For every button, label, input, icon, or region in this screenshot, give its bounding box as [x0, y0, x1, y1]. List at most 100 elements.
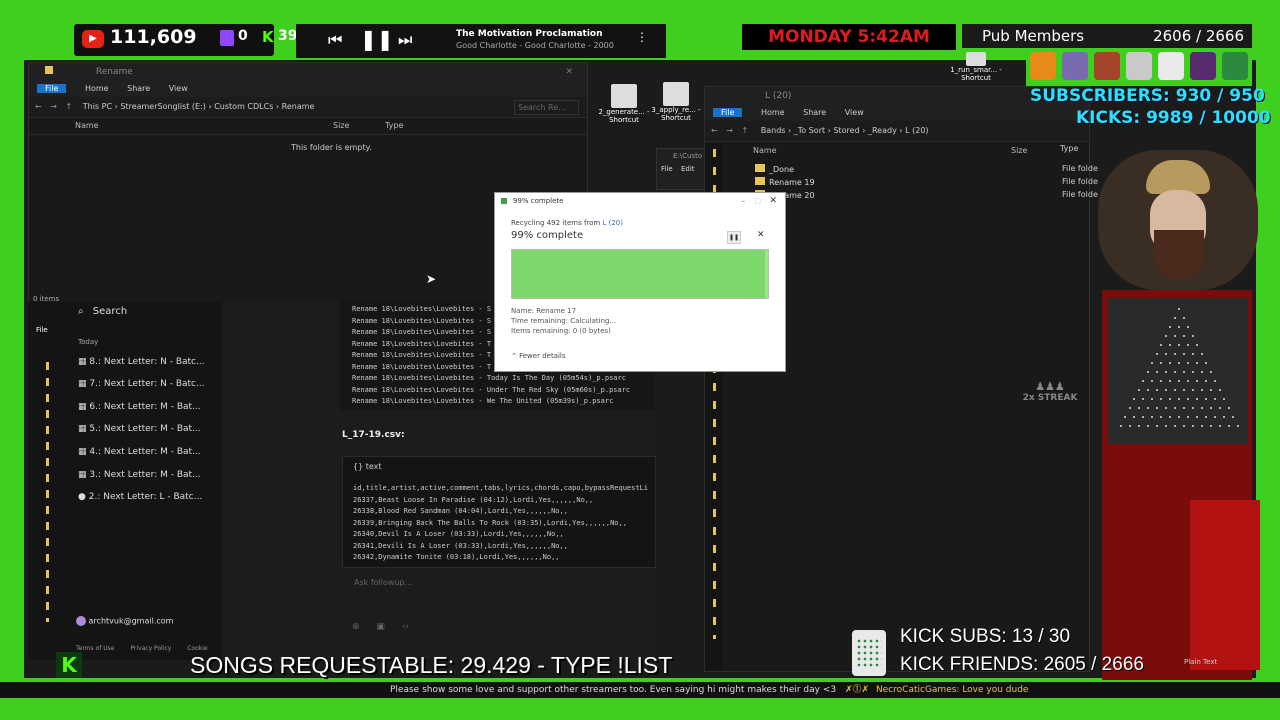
tab-file[interactable]: File	[36, 326, 66, 334]
tab-view[interactable]: View	[169, 84, 188, 93]
history-item[interactable]: ▦ 4.: Next Letter: M - Bat...	[78, 447, 201, 457]
account-button[interactable]: archtvuk@gmail.com	[76, 616, 173, 626]
plinko-peg	[1155, 371, 1158, 373]
plinko-peg	[1196, 362, 1198, 364]
privacy-link[interactable]: Privacy Policy	[130, 645, 171, 652]
history-item[interactable]: ▦ 5.: Next Letter: M - Bat...	[78, 424, 201, 434]
history-item[interactable]: ▦ 8.: Next Letter: N - Batc...	[78, 357, 205, 367]
shirt-icon	[1126, 52, 1152, 80]
plinko-peg	[1182, 371, 1185, 373]
column-size[interactable]: Size	[333, 118, 349, 134]
tab-view[interactable]: View	[845, 108, 864, 117]
left-explorer-strip: File	[28, 302, 66, 660]
column-size[interactable]: Size	[1011, 143, 1027, 159]
tab-home[interactable]: Home	[761, 108, 785, 117]
breadcrumb-item[interactable]: Stored	[833, 126, 859, 135]
plinko-peg	[1164, 389, 1167, 391]
tab-file[interactable]: File	[37, 84, 67, 93]
next-icon[interactable]: ⏭	[398, 30, 412, 50]
forward-icon[interactable]: →	[726, 126, 733, 135]
plinko-peg	[1187, 398, 1189, 400]
desktop-icon[interactable]: 1_run_smar... - Shortcut	[946, 52, 1006, 82]
breadcrumb-item[interactable]: _To Sort	[794, 126, 825, 135]
tab-share[interactable]: Share	[127, 84, 150, 93]
close-icon[interactable]: ✕	[565, 63, 573, 81]
plinko-peg	[1151, 398, 1153, 400]
maximize-icon[interactable]: □	[754, 193, 761, 209]
table-row[interactable]: Rename 20	[735, 189, 1085, 202]
plinko-peg	[1214, 380, 1216, 382]
globe-icon[interactable]: ⊕	[352, 622, 360, 632]
history-item[interactable]: ▦ 3.: Next Letter: M - Bat...	[78, 470, 201, 480]
image-icon[interactable]: ▣	[376, 622, 385, 632]
plinko-peg	[1182, 389, 1185, 391]
tab-share[interactable]: Share	[803, 108, 826, 117]
column-type[interactable]: Type	[1060, 144, 1078, 153]
up-icon[interactable]: ↑	[742, 126, 749, 135]
breadcrumb-item[interactable]: StreamerSonglist (E:)	[120, 102, 206, 111]
back-icon[interactable]: ←	[35, 102, 42, 111]
column-name[interactable]: Name	[75, 118, 99, 134]
desktop-icon[interactable]: 2_generate... - Shortcut	[594, 84, 654, 124]
plinko-peg	[1160, 398, 1162, 400]
plinko-peg	[1137, 407, 1140, 409]
tab-file[interactable]: File	[713, 108, 743, 117]
column-type[interactable]: Type	[385, 118, 403, 134]
code-label: text	[365, 462, 382, 471]
plinko-peg	[1182, 425, 1185, 427]
cancel-icon[interactable]: ✕	[757, 230, 765, 240]
more-icon[interactable]: ⋮	[636, 30, 648, 44]
pause-icon[interactable]: ❚❚	[360, 27, 394, 51]
breadcrumb-item[interactable]: _Ready	[868, 126, 897, 135]
back-icon[interactable]: ←	[711, 126, 718, 135]
source-link[interactable]: L (20)	[603, 219, 624, 227]
plinko-peg	[1169, 326, 1171, 328]
history-item[interactable]: ▦ 6.: Next Letter: M - Bat...	[78, 402, 201, 412]
plinko-peg	[1151, 416, 1153, 418]
minimize-icon[interactable]: –	[742, 193, 746, 209]
desktop-icon-label: 2_generate... - Shortcut	[598, 108, 650, 124]
plinko-peg	[1187, 326, 1189, 328]
up-icon[interactable]: ↑	[66, 102, 73, 111]
menu-file[interactable]: File	[661, 165, 673, 173]
terms-link[interactable]: Terms of Use	[76, 645, 114, 652]
previous-icon[interactable]: ⏮	[328, 30, 342, 50]
fewer-details-button[interactable]: ⌃ Fewer details	[511, 352, 566, 360]
search-button[interactable]: ⌕ Search	[78, 306, 127, 317]
breadcrumb-item[interactable]: This PC	[83, 102, 112, 111]
table-row[interactable]: _Done	[735, 163, 1085, 176]
desktop-icon[interactable]: 3_apply_re... - Shortcut	[646, 82, 706, 122]
today-heading: Today	[78, 338, 99, 346]
address-bar[interactable]: ← → ↑ Bands › _To Sort › Stored › _Ready…	[705, 121, 1089, 142]
code-icon[interactable]: ‹›	[402, 622, 409, 632]
search-label: Search	[92, 306, 128, 317]
grid-icon: ▦	[78, 447, 87, 457]
column-name[interactable]: Name	[753, 143, 777, 159]
breadcrumb-item[interactable]: Rename	[282, 102, 315, 111]
breadcrumb-item[interactable]: Custom CDLCs	[214, 102, 273, 111]
followup-input[interactable]: Ask followup...	[354, 578, 412, 587]
forward-icon[interactable]: →	[50, 102, 57, 111]
plinko-peg	[1209, 371, 1212, 373]
history-item[interactable]: ▦ 7.: Next Letter: N - Batc...	[78, 379, 205, 389]
chat-ticker: Please show some love and support other …	[0, 682, 1280, 698]
search-input[interactable]: Search Re...	[514, 100, 579, 115]
address-bar[interactable]: ← → ↑ This PC › StreamerSonglist (E:) › …	[29, 97, 587, 118]
pub-members-count: 2606 / 2666	[1153, 27, 1244, 45]
jar-icon	[852, 630, 886, 676]
twitch-icon	[220, 30, 234, 46]
right-explorer-window: L (20) File Home Share View ← → ↑ Bands …	[704, 86, 1090, 672]
plinko-peg	[1173, 335, 1176, 337]
recycling-text: Recycling 492 items from L (20)	[511, 219, 623, 227]
close-icon[interactable]: ✕	[769, 193, 777, 209]
table-row[interactable]: Rename 19	[735, 176, 1085, 189]
history-item-active[interactable]: ● 2.: Next Letter: L - Batc...	[78, 492, 202, 502]
menu-edit[interactable]: Edit	[681, 165, 695, 173]
plinko-peg	[1164, 353, 1167, 355]
breadcrumb-item[interactable]: L (20)	[905, 126, 928, 135]
plinko-peg	[1173, 353, 1176, 355]
breadcrumb-item[interactable]: Bands	[761, 126, 786, 135]
plinko-peg	[1178, 308, 1180, 310]
pause-button[interactable]: ❚❚	[727, 231, 741, 244]
tab-home[interactable]: Home	[85, 84, 109, 93]
